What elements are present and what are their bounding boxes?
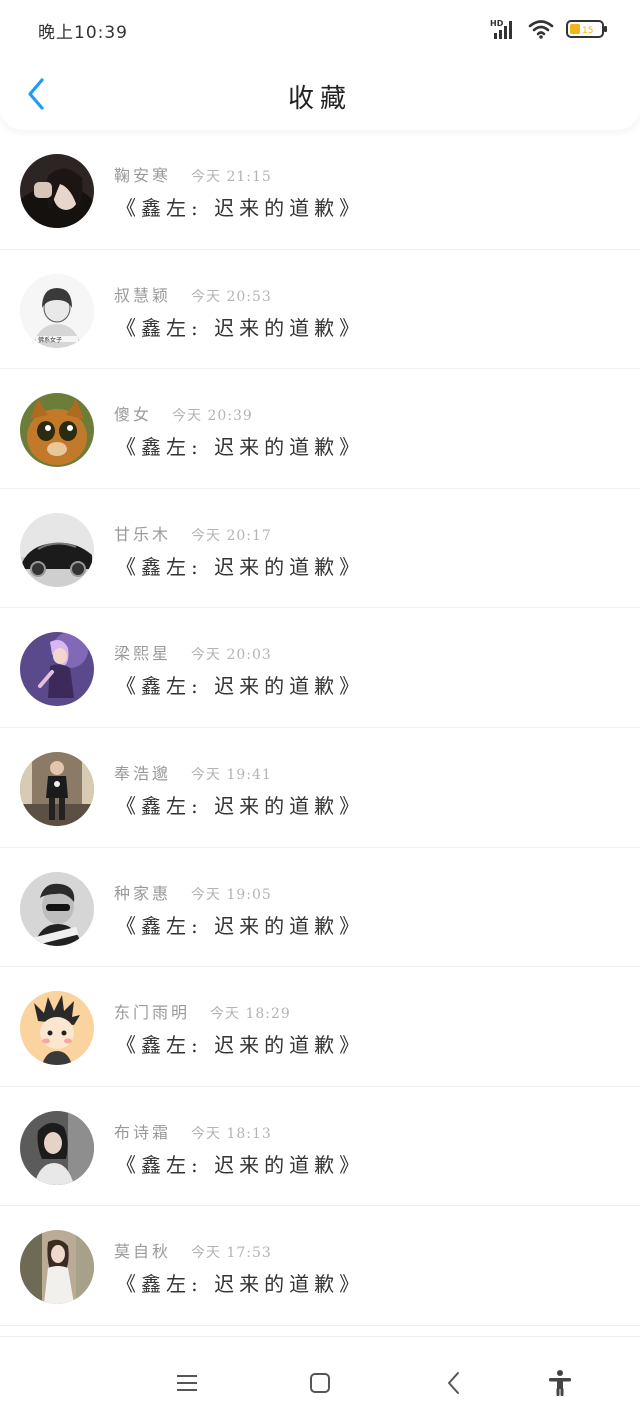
list-item[interactable]: 奉浩邈 今天 19:41 《鑫左: 迟来的道歉》 [0, 727, 640, 848]
avatar[interactable] [20, 632, 94, 707]
item-time: 今天 18:29 [210, 1006, 291, 1023]
svg-text:15: 15 [582, 26, 593, 36]
back-chevron-icon [448, 1372, 459, 1394]
list-item[interactable]: 傻女 今天 20:39 《鑫左: 迟来的道歉》 [0, 369, 640, 489]
user-name[interactable]: 莫自秋 [114, 1242, 171, 1261]
signal-icon: HD [490, 18, 516, 44]
user-name[interactable]: 鞠安寒 [114, 166, 171, 185]
status-time: 晚上10:39 [38, 23, 128, 43]
avatar[interactable] [20, 393, 94, 468]
avatar[interactable] [20, 751, 94, 826]
item-meta: 种家惠 今天 19:05 [114, 880, 272, 904]
item-meta: 傻女 今天 20:39 [114, 401, 253, 425]
item-meta: 叔慧颖 今天 20:53 [114, 282, 272, 306]
favorites-list: 鞠安寒 今天 21:15 《鑫左: 迟来的道歉》 佛系女子 叔慧颖 今天 20:53… [0, 130, 640, 1336]
item-time: 今天 20:17 [191, 527, 272, 544]
user-name[interactable]: 梁熙星 [114, 644, 171, 663]
item-time: 今天 19:05 [191, 886, 272, 903]
list-item[interactable]: 东门雨明 今天 18:29 《鑫左: 迟来的道歉》 [0, 967, 640, 1087]
item-time: 今天 19:41 [191, 766, 272, 783]
item-time: 今天 18:13 [191, 1125, 272, 1142]
item-time: 今天 20:03 [191, 647, 272, 664]
avatar[interactable] [20, 512, 94, 587]
home-square-icon [310, 1373, 330, 1393]
item-time: 今天 21:15 [191, 169, 272, 185]
avatar[interactable]: 佛系女子 [20, 273, 94, 348]
user-name[interactable]: 布诗霜 [114, 1123, 171, 1142]
accessibility-icon [549, 1370, 571, 1396]
accessibility-button[interactable] [540, 1363, 580, 1403]
user-name[interactable]: 甘乐木 [114, 525, 171, 544]
title-bar: 收藏 [0, 60, 640, 130]
post-title[interactable]: 《鑫左: 迟来的道歉》 [116, 670, 364, 699]
status-bar: 晚上10:39 HD 15 [0, 0, 640, 60]
item-meta: 甘乐木 今天 20:17 [114, 521, 272, 545]
list-item[interactable]: 鞠安寒 今天 21:15 《鑫左: 迟来的道歉》 [0, 130, 640, 250]
bottom-navigation-bar [0, 1336, 640, 1422]
post-title[interactable]: 《鑫左: 迟来的道歉》 [116, 790, 364, 819]
item-meta: 鞠安寒 今天 21:15 [114, 162, 272, 186]
avatar[interactable] [20, 1110, 94, 1185]
item-meta: 东门雨明 今天 18:29 [114, 999, 291, 1023]
user-name[interactable]: 叔慧颖 [114, 286, 171, 305]
list-item[interactable]: 佛系女子 叔慧颖 今天 20:53 《鑫左: 迟来的道歉》 [0, 249, 640, 370]
item-time: 今天 17:53 [191, 1245, 272, 1262]
wifi-icon [528, 19, 554, 43]
battery-icon: 15 [566, 19, 608, 43]
avatar[interactable] [20, 991, 94, 1066]
post-title[interactable]: 《鑫左: 迟来的道歉》 [116, 192, 364, 221]
post-title[interactable]: 《鑫左: 迟来的道歉》 [116, 312, 364, 341]
list-item[interactable]: 莫自秋 今天 17:53 《鑫左: 迟来的道歉》 [0, 1206, 640, 1326]
user-name[interactable]: 奉浩邈 [114, 764, 171, 783]
list-item[interactable]: 种家惠 今天 19:05 《鑫左: 迟来的道歉》 [0, 847, 640, 968]
item-meta: 梁熙星 今天 20:03 [114, 640, 272, 664]
system-back-button[interactable] [434, 1363, 474, 1403]
header: 晚上10:39 HD 15 收藏 [0, 0, 640, 130]
home-button[interactable] [300, 1363, 340, 1403]
status-icons: HD 15 [490, 18, 608, 44]
svg-text:佛系女子: 佛系女子 [38, 336, 62, 344]
post-title[interactable]: 《鑫左: 迟来的道歉》 [116, 1029, 364, 1058]
menu-icon [177, 1375, 197, 1391]
item-time: 今天 20:53 [191, 288, 272, 305]
svg-text:HD: HD [490, 19, 504, 28]
post-title[interactable]: 《鑫左: 迟来的道歉》 [116, 1268, 364, 1297]
item-meta: 布诗霜 今天 18:13 [114, 1119, 272, 1143]
avatar[interactable] [20, 154, 94, 228]
list-item[interactable]: 甘乐木 今天 20:17 《鑫左: 迟来的道歉》 [0, 488, 640, 609]
item-meta: 莫自秋 今天 17:53 [114, 1238, 272, 1262]
page-title: 收藏 [287, 84, 352, 114]
item-meta: 奉浩邈 今天 19:41 [114, 760, 272, 784]
post-title[interactable]: 《鑫左: 迟来的道歉》 [116, 431, 364, 460]
post-title[interactable]: 《鑫左: 迟来的道歉》 [116, 551, 364, 580]
item-time: 今天 20:39 [172, 408, 253, 425]
user-name[interactable]: 傻女 [114, 405, 152, 424]
user-name[interactable]: 种家惠 [114, 884, 171, 903]
list-item[interactable]: 布诗霜 今天 18:13 《鑫左: 迟来的道歉》 [0, 1086, 640, 1207]
post-title[interactable]: 《鑫左: 迟来的道歉》 [116, 1149, 364, 1178]
avatar[interactable] [20, 1230, 94, 1305]
favorites-screen: 晚上10:39 HD 15 收藏 鞠安寒 今天 21:15 《鑫左: 迟来的道歉… [0, 0, 640, 1422]
menu-button[interactable] [167, 1363, 207, 1403]
post-title[interactable]: 《鑫左: 迟来的道歉》 [116, 910, 364, 939]
avatar[interactable] [20, 871, 94, 946]
list-item[interactable]: 梁熙星 今天 20:03 《鑫左: 迟来的道歉》 [0, 608, 640, 728]
user-name[interactable]: 东门雨明 [114, 1003, 190, 1022]
